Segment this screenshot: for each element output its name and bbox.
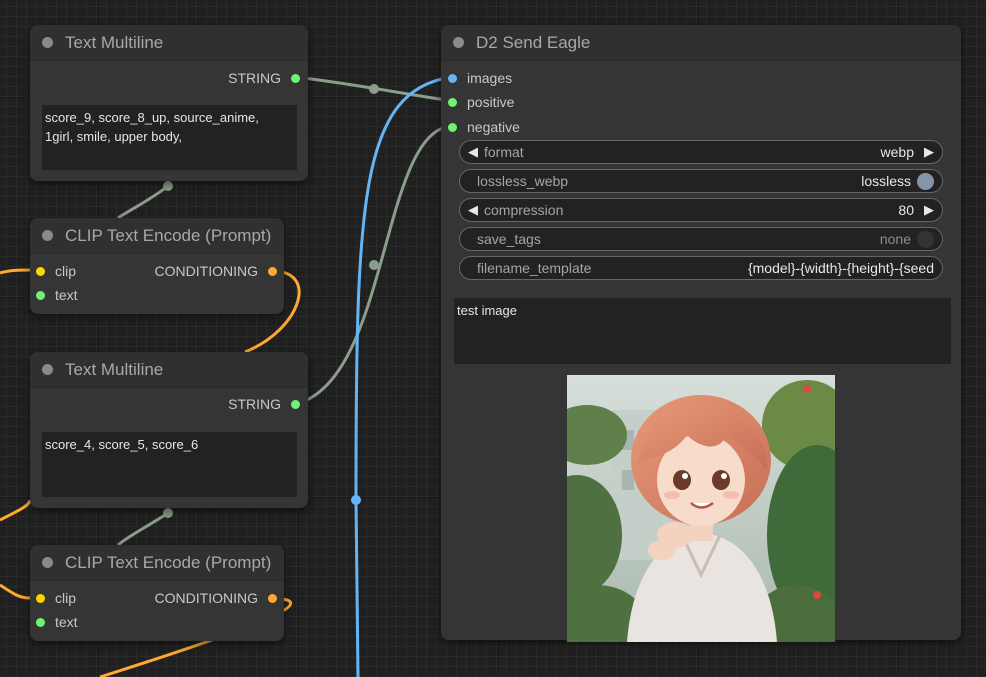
conditioning-link-2 xyxy=(0,499,32,522)
node-title: CLIP Text Encode (Prompt) xyxy=(65,225,272,245)
node-title: CLIP Text Encode (Prompt) xyxy=(65,552,272,572)
string-output-dot-icon[interactable] xyxy=(291,399,300,409)
widget-value: 80 xyxy=(898,202,914,218)
filename-template-input[interactable]: filename_template {model}-{width}-{heigh… xyxy=(459,256,943,280)
collapse-dot-icon[interactable] xyxy=(42,557,53,568)
clip-link-1 xyxy=(0,268,31,275)
clip-text-encode-node-1[interactable]: CLIP Text Encode (Prompt) clip text COND… xyxy=(30,218,284,314)
decrement-arrow-icon[interactable]: ◀ xyxy=(468,144,478,160)
link-midpoint xyxy=(351,495,361,505)
widget-label: filename_template xyxy=(477,260,592,276)
node-title-bar[interactable]: CLIP Text Encode (Prompt) xyxy=(30,545,284,581)
link-midpoint xyxy=(369,84,379,94)
widget-value: none xyxy=(879,231,911,247)
slot-label: clip xyxy=(55,263,77,279)
conditioning-output-slot[interactable]: CONDITIONING xyxy=(155,589,277,607)
node-title-bar[interactable]: D2 Send Eagle xyxy=(441,25,961,61)
text-multiline-node-2[interactable]: Text Multiline STRING score_4, score_5, … xyxy=(30,352,308,508)
text-input-slot[interactable]: text xyxy=(36,286,78,304)
conditioning-output-dot-icon[interactable] xyxy=(268,266,277,276)
decrement-arrow-icon[interactable]: ◀ xyxy=(468,202,478,218)
node-title-bar[interactable]: Text Multiline xyxy=(30,25,308,61)
link-midpoint xyxy=(369,260,379,270)
widget-label: format xyxy=(484,144,524,160)
collapse-dot-icon[interactable] xyxy=(453,37,464,48)
preview-image xyxy=(567,375,835,642)
node-title: D2 Send Eagle xyxy=(476,32,591,52)
images-input-slot[interactable]: images xyxy=(448,69,512,87)
text-input-slot[interactable]: text xyxy=(36,613,78,631)
node-title-bar[interactable]: CLIP Text Encode (Prompt) xyxy=(30,218,284,254)
slot-label: negative xyxy=(467,119,520,135)
widget-value: lossless xyxy=(861,173,911,189)
clip-input-dot-icon[interactable] xyxy=(36,593,45,603)
clip-input-slot[interactable]: clip xyxy=(36,262,76,280)
clip-link-2 xyxy=(0,583,31,600)
toggle-on-icon[interactable] xyxy=(917,172,934,190)
positive-input-slot[interactable]: positive xyxy=(448,93,514,111)
toggle-off-icon[interactable] xyxy=(917,230,934,248)
collapse-dot-icon[interactable] xyxy=(42,230,53,241)
string-link-text-2 xyxy=(117,511,169,547)
widget-label: lossless_webp xyxy=(477,173,569,189)
conditioning-output-slot[interactable]: CONDITIONING xyxy=(155,262,277,280)
text-input-dot-icon[interactable] xyxy=(36,617,45,627)
slot-label: clip xyxy=(55,590,77,606)
conditioning-output-dot-icon[interactable] xyxy=(268,593,277,603)
compression-number[interactable]: ◀ compression 80 ▶ xyxy=(459,198,943,222)
negative-input-slot[interactable]: negative xyxy=(448,118,520,136)
slot-label: images xyxy=(467,70,513,86)
string-output-dot-icon[interactable] xyxy=(291,73,300,83)
slot-label: STRING xyxy=(228,396,281,412)
text-input[interactable]: score_9, score_8_up, source_anime, 1girl… xyxy=(42,105,297,170)
slot-label: text xyxy=(55,287,78,303)
slot-label: text xyxy=(55,614,78,630)
node-title: Text Multiline xyxy=(65,359,164,379)
widget-value: {model}-{width}-{height}-{seed xyxy=(747,260,934,276)
link-midpoint xyxy=(163,181,173,191)
slot-label: STRING xyxy=(228,70,281,86)
send-eagle-node[interactable]: D2 Send Eagle images positive negative ◀… xyxy=(441,25,961,642)
images-input-dot-icon[interactable] xyxy=(448,73,457,83)
node-title: Text Multiline xyxy=(65,32,164,52)
widget-label: compression xyxy=(484,202,564,218)
slot-label: CONDITIONING xyxy=(154,590,258,606)
increment-arrow-icon[interactable]: ▶ xyxy=(924,202,934,218)
increment-arrow-icon[interactable]: ▶ xyxy=(924,144,934,160)
text-multiline-node-1[interactable]: Text Multiline STRING score_9, score_8_u… xyxy=(30,25,308,181)
widget-value: webp xyxy=(880,144,914,160)
clip-input-dot-icon[interactable] xyxy=(36,266,45,276)
lossless-webp-toggle[interactable]: lossless_webp lossless xyxy=(459,169,943,193)
negative-input-dot-icon[interactable] xyxy=(448,122,457,132)
collapse-dot-icon[interactable] xyxy=(42,364,53,375)
string-output-slot[interactable]: STRING xyxy=(228,395,300,413)
positive-input-dot-icon[interactable] xyxy=(448,97,457,107)
anime-girl-portrait-icon xyxy=(567,375,835,642)
clip-input-slot[interactable]: clip xyxy=(36,589,76,607)
image-link xyxy=(354,75,453,677)
text-input-dot-icon[interactable] xyxy=(36,290,45,300)
string-link-text-1 xyxy=(117,184,169,220)
format-combo[interactable]: ◀ format webp ▶ xyxy=(459,140,943,164)
collapse-dot-icon[interactable] xyxy=(42,37,53,48)
text-input[interactable]: score_4, score_5, score_6 xyxy=(42,432,297,497)
node-title-bar[interactable]: Text Multiline xyxy=(30,352,308,388)
slot-label: positive xyxy=(467,94,515,110)
memo-input[interactable]: test image xyxy=(454,298,951,364)
link-midpoint xyxy=(163,508,173,518)
slot-label: CONDITIONING xyxy=(154,263,258,279)
clip-text-encode-node-2[interactable]: CLIP Text Encode (Prompt) clip text COND… xyxy=(30,545,284,641)
widget-label: save_tags xyxy=(477,231,541,247)
string-output-slot[interactable]: STRING xyxy=(228,69,300,87)
save-tags-toggle[interactable]: save_tags none xyxy=(459,227,943,251)
